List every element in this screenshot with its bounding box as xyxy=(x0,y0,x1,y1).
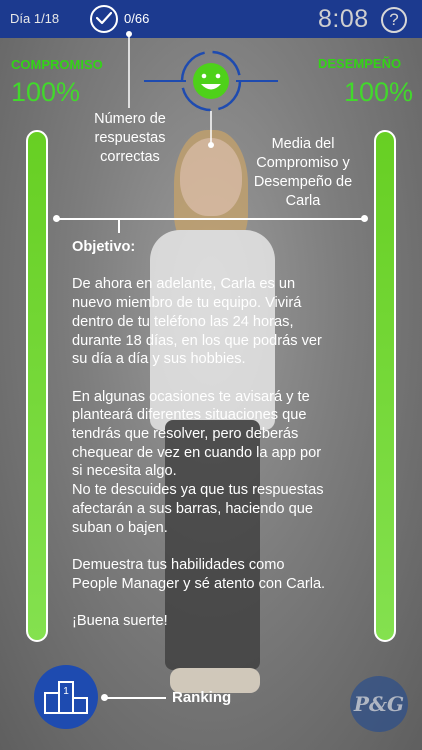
ranking-button[interactable]: 1 xyxy=(34,665,98,729)
performance-value: 100% xyxy=(344,77,414,107)
commitment-value: 100% xyxy=(11,77,81,107)
help-button[interactable]: ? xyxy=(381,7,407,33)
ranking-connector xyxy=(104,697,166,699)
objective-line: No te descuides ya que tus respuestas xyxy=(72,482,324,499)
objective-line: Demuestra tus habilidades como xyxy=(72,556,285,573)
objective-line: En algunas ocasiones te avisará y te xyxy=(72,388,310,405)
day-counter: Día 1/18 xyxy=(10,11,60,26)
objective-line: nuevo miembro de tu equipo. Vivirá xyxy=(72,295,302,312)
objective-line: si necesita algo. xyxy=(72,463,177,480)
clock: 8:08 xyxy=(318,5,369,33)
divider-line xyxy=(57,218,365,220)
objective-line: planteará diferentes situaciones que xyxy=(72,407,307,424)
divider-tick xyxy=(118,219,120,233)
objective-line: afectarán a sus barras, haciendo que xyxy=(72,500,313,517)
ranking-label: Ranking xyxy=(172,689,232,706)
objective-line: De ahora en adelante, Carla es un xyxy=(72,276,296,293)
divider-dot-right xyxy=(361,215,368,222)
objective-line: ¡Buena suerte! xyxy=(72,613,168,629)
performance-bar xyxy=(374,130,396,642)
objective-title: Objetivo: xyxy=(72,239,136,255)
correct-answers-callout: Número de respuestas correctas xyxy=(94,111,166,165)
podium-icon: 1 xyxy=(44,681,88,714)
objective-line: su día a día y sus hobbies. xyxy=(72,351,246,368)
podium-number: 1 xyxy=(63,686,69,697)
objective-line: chequear de vez en cuando la app por xyxy=(72,444,322,461)
objective-line: dentro de tu teléfono las 24 horas, xyxy=(72,313,294,330)
objective-text: Objetivo: De ahora en adelante, Carla es… xyxy=(72,238,352,631)
divider-dot-left xyxy=(53,215,60,222)
smiley-icon xyxy=(193,63,229,99)
objective-line: People Manager y sé atento con Carla. xyxy=(72,575,326,592)
pg-logo: P&G xyxy=(350,676,408,732)
performance-label: DESEMPEÑO xyxy=(318,56,402,71)
objective-line: suban o bajen. xyxy=(72,519,168,536)
check-icon xyxy=(90,5,118,33)
objective-line: durante 18 días, en los que podrás ver xyxy=(72,332,322,349)
answers-callout-connector xyxy=(126,31,132,108)
commitment-bar xyxy=(26,130,48,642)
commitment-label: COMPROMISO xyxy=(11,57,103,72)
objective-line: tendrás que resolver, pero deberás xyxy=(72,426,299,442)
correct-answers-count: 0/66 xyxy=(124,11,150,26)
average-callout-connector xyxy=(208,111,214,148)
average-callout: Media del Compromiso y Desempeño de Carl… xyxy=(253,136,353,209)
